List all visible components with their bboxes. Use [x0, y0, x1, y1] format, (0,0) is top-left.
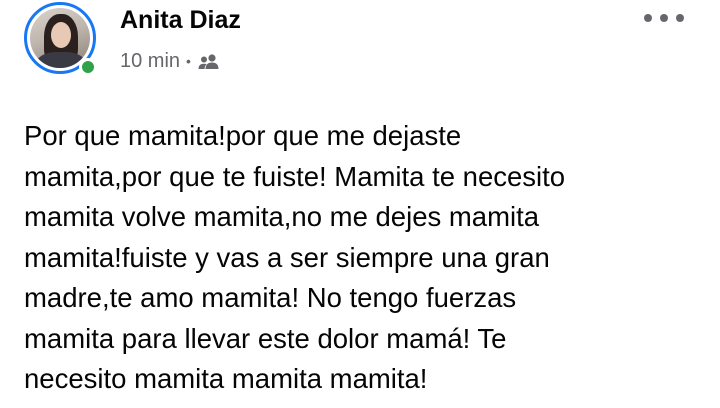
meta-separator: •	[186, 53, 191, 69]
friends-icon[interactable]	[197, 52, 221, 70]
post-meta: 10 min •	[120, 48, 221, 74]
post-card: Anita Diaz 10 min • Por que mamita!por q…	[0, 0, 720, 408]
avatar[interactable]	[24, 2, 102, 80]
post-body-text: Por que mamita!por que me dejaste mamita…	[24, 120, 566, 394]
online-status-dot	[79, 58, 97, 76]
author-name[interactable]: Anita Diaz	[120, 4, 241, 36]
more-options-icon[interactable]	[644, 6, 684, 30]
post-timestamp[interactable]: 10 min	[120, 48, 180, 74]
profile-photo	[30, 8, 90, 68]
